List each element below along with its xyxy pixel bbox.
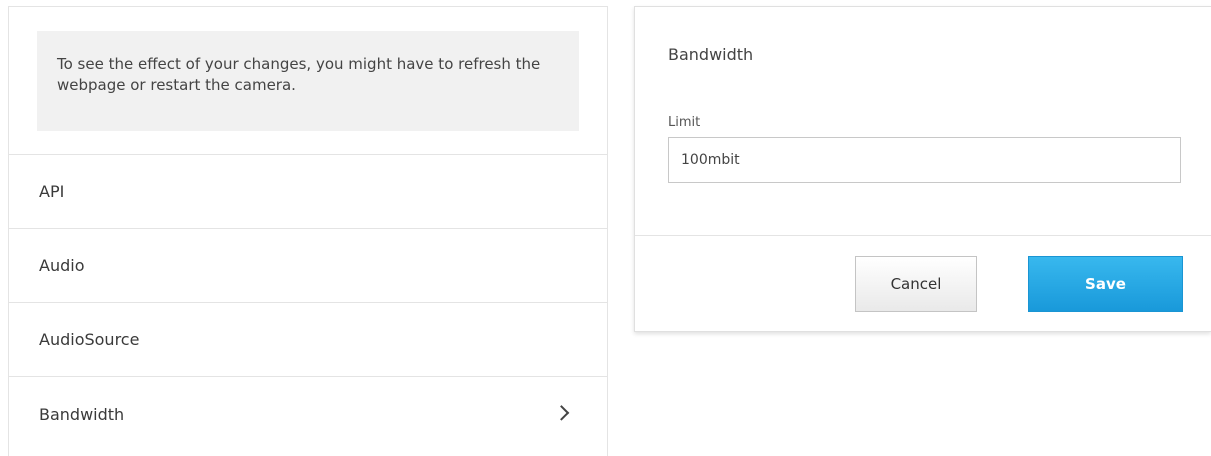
sidebar-item-label: Audio bbox=[39, 256, 85, 275]
sidebar-item-audio[interactable]: Audio bbox=[9, 229, 607, 303]
limit-label: Limit bbox=[668, 115, 701, 130]
chevron-right-icon bbox=[553, 405, 570, 421]
sidebar-item-bandwidth[interactable]: Bandwidth bbox=[9, 377, 607, 451]
save-button[interactable]: Save bbox=[1028, 256, 1183, 312]
limit-input[interactable] bbox=[668, 137, 1181, 183]
sidebar-item-audiosource[interactable]: AudioSource bbox=[9, 303, 607, 377]
editor-title: Bandwidth bbox=[668, 45, 754, 64]
notice-section: To see the effect of your changes, you m… bbox=[9, 7, 607, 155]
bandwidth-editor-card: Bandwidth Limit Cancel Save bbox=[634, 6, 1211, 332]
sidebar-item-label: Bandwidth bbox=[39, 404, 125, 424]
sidebar-item-label: API bbox=[39, 182, 65, 201]
sidebar-item-api[interactable]: API bbox=[9, 155, 607, 229]
cancel-button[interactable]: Cancel bbox=[855, 256, 977, 312]
settings-list-panel: To see the effect of your changes, you m… bbox=[8, 6, 608, 456]
refresh-notice: To see the effect of your changes, you m… bbox=[37, 31, 579, 131]
editor-form: Bandwidth Limit bbox=[635, 7, 1211, 236]
sidebar-item-label: AudioSource bbox=[39, 330, 140, 349]
